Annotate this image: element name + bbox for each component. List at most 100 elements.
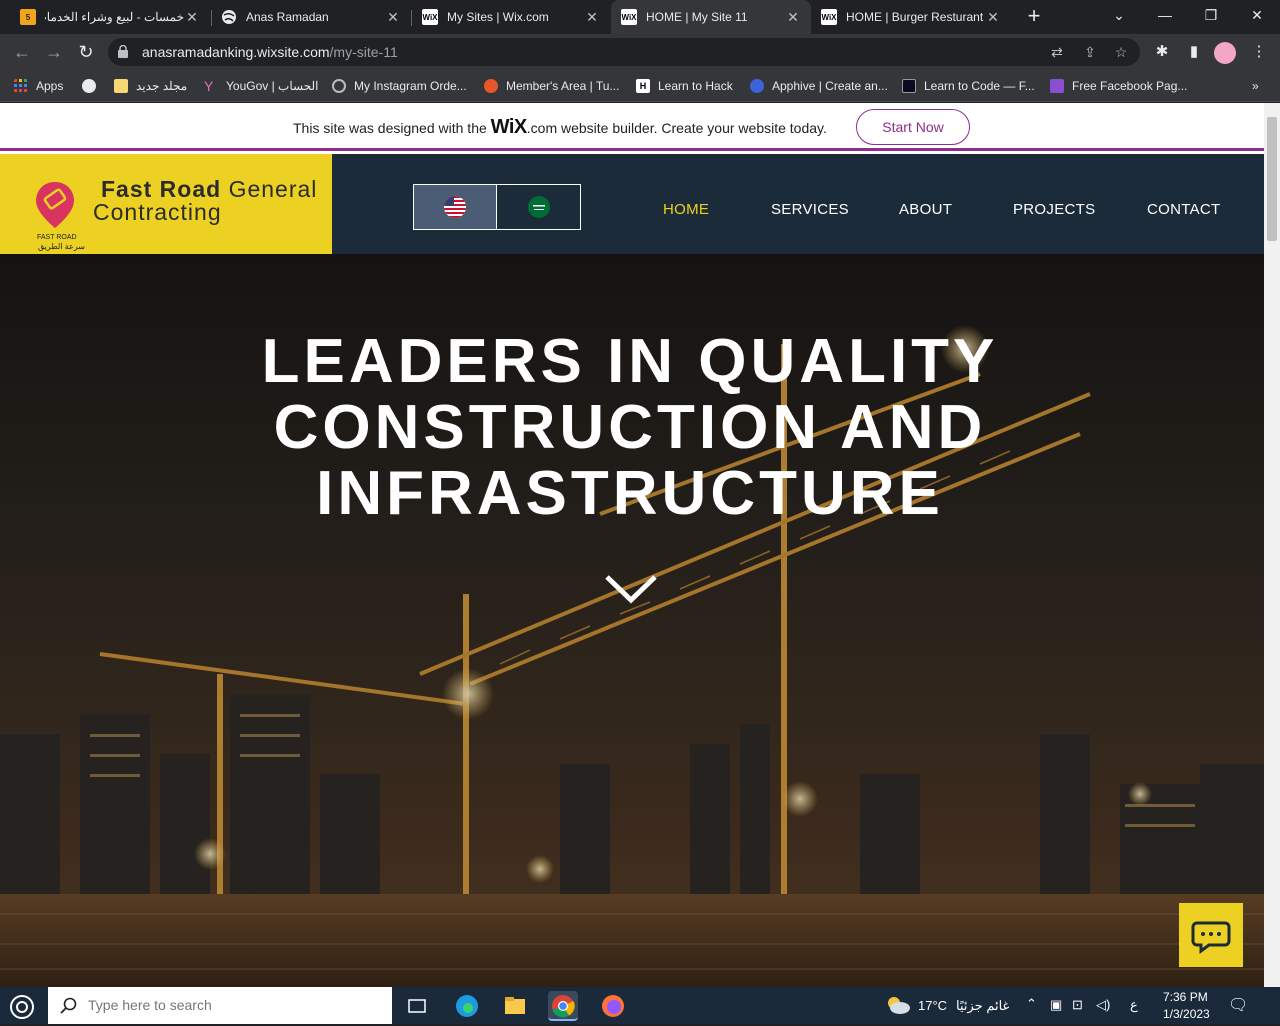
language-arabic-option[interactable] bbox=[497, 185, 580, 229]
bookmark-label: Apps bbox=[36, 79, 64, 93]
us-flag-icon bbox=[444, 196, 466, 218]
bookmark-instagram-orders[interactable]: My Instagram Orde... bbox=[332, 76, 467, 96]
close-tab-icon[interactable]: ✕ bbox=[985, 9, 1001, 26]
cortana-icon[interactable] bbox=[8, 993, 36, 1021]
restore-button[interactable]: ❐ bbox=[1188, 0, 1234, 34]
extensions-icon[interactable]: ✱ bbox=[1152, 42, 1172, 62]
bookmark-apphive[interactable]: Apphive | Create an... bbox=[750, 76, 888, 96]
bookmark-label: Member's Area | Tu... bbox=[506, 79, 620, 93]
tab-khamsat[interactable]: 5 خمسات - لبيع وشراء الخدمات ✕ bbox=[10, 0, 210, 34]
tab-title: خمسات - لبيع وشراء الخدمات bbox=[45, 10, 184, 24]
input-language-indicator[interactable]: ع bbox=[1130, 997, 1138, 1013]
tab-my-site-11[interactable]: WiX HOME | My Site 11 ✕ bbox=[611, 0, 811, 34]
scrollbar-thumb[interactable] bbox=[1267, 117, 1277, 241]
tab-strip: 5 خمسات - لبيع وشراء الخدمات ✕ Anas Rama… bbox=[0, 0, 1280, 34]
heart-icon bbox=[1050, 79, 1064, 93]
weather-temperature[interactable]: 17°C bbox=[918, 998, 947, 1013]
chat-button[interactable] bbox=[1179, 903, 1243, 967]
hero-section: LEADERS IN QUALITY CONSTRUCTION AND INFR… bbox=[0, 254, 1264, 987]
menu-contact[interactable]: CONTACT bbox=[1147, 201, 1220, 218]
wix-icon: WiX bbox=[821, 9, 837, 25]
hackerone-icon: H bbox=[636, 79, 650, 93]
clock-time[interactable]: 7:36 PM bbox=[1163, 990, 1208, 1004]
share-icon[interactable]: ⇪ bbox=[1081, 43, 1099, 61]
edge-icon[interactable] bbox=[452, 991, 482, 1021]
bookmark-members-area[interactable]: Member's Area | Tu... bbox=[484, 76, 619, 96]
weather-description[interactable]: غائم جزئيًا bbox=[956, 998, 1009, 1014]
firefox-icon[interactable] bbox=[598, 991, 628, 1021]
close-tab-icon[interactable]: ✕ bbox=[385, 9, 401, 26]
members-area-icon bbox=[484, 79, 498, 93]
close-tab-icon[interactable]: ✕ bbox=[584, 9, 600, 26]
page-scrollbar[interactable] bbox=[1264, 103, 1280, 987]
wix-banner-message: This site was designed with the WiX.com … bbox=[293, 116, 827, 138]
menu-services[interactable]: SERVICES bbox=[771, 201, 849, 218]
bookmark-folder[interactable]: مجلد جديد bbox=[114, 76, 187, 96]
wix-ad-banner: This site was designed with the WiX.com … bbox=[0, 103, 1264, 151]
close-tab-icon[interactable]: ✕ bbox=[785, 9, 801, 26]
saudi-flag-icon bbox=[527, 196, 550, 218]
menu-about[interactable]: ABOUT bbox=[899, 201, 952, 218]
globe-icon bbox=[82, 79, 96, 93]
file-explorer-icon[interactable] bbox=[500, 991, 530, 1021]
bookmark-free-facebook[interactable]: Free Facebook Pag... bbox=[1050, 76, 1187, 96]
bookmark-apps[interactable]: Apps bbox=[14, 76, 63, 96]
bookmark-globe[interactable] bbox=[82, 76, 104, 96]
more-bookmarks-icon[interactable]: » bbox=[1252, 76, 1259, 96]
bookmark-label: My Instagram Orde... bbox=[354, 79, 467, 93]
bookmark-yougov[interactable]: Y YouGov | الحساب bbox=[204, 76, 318, 96]
show-hidden-icons-icon[interactable]: ⌃ bbox=[1026, 996, 1037, 1012]
profile-avatar[interactable] bbox=[1214, 42, 1236, 64]
wix-icon: WiX bbox=[621, 9, 637, 25]
translate-icon[interactable]: ⇄ bbox=[1048, 43, 1066, 61]
bookmark-label: مجلد جديد bbox=[136, 79, 188, 93]
close-window-button[interactable]: ✕ bbox=[1234, 0, 1280, 34]
menu-home[interactable]: HOME bbox=[663, 201, 709, 218]
scroll-down-chevron-icon[interactable] bbox=[604, 574, 658, 604]
bookmark-freecodecamp[interactable]: Learn to Code — F... bbox=[902, 76, 1035, 96]
new-tab-button[interactable]: + bbox=[1022, 4, 1046, 28]
bookmark-learn-to-hack[interactable]: H Learn to Hack bbox=[636, 76, 733, 96]
khamsat-icon: 5 bbox=[20, 9, 36, 25]
tab-title: My Sites | Wix.com bbox=[447, 10, 549, 24]
tab-title: HOME | Burger Resturant bbox=[846, 10, 984, 24]
task-view-icon[interactable] bbox=[402, 991, 432, 1021]
tab-search-icon[interactable]: ⌄ bbox=[1096, 0, 1142, 34]
meet-now-icon[interactable]: ▣ bbox=[1050, 997, 1062, 1013]
back-icon[interactable]: ← bbox=[10, 40, 34, 64]
address-bar[interactable]: anasramadanking.wixsite.com/my-site-11 ⇄… bbox=[108, 38, 1140, 66]
chrome-icon[interactable] bbox=[548, 991, 578, 1021]
menu-kebab-icon[interactable]: ⋮ bbox=[1249, 42, 1269, 62]
site-header: FAST ROAD سرعة الطريق Fast Road General … bbox=[0, 154, 1264, 275]
bookmarks-bar: Apps مجلد جديد Y YouGov | الحساب My Inst… bbox=[0, 70, 1280, 102]
logo-subtitle-en: FAST ROAD bbox=[37, 234, 77, 241]
close-tab-icon[interactable]: ✕ bbox=[184, 9, 200, 26]
start-now-button[interactable]: Start Now bbox=[856, 109, 970, 145]
forward-icon[interactable]: → bbox=[42, 40, 66, 64]
clock-date[interactable]: 1/3/2023 bbox=[1163, 1007, 1210, 1021]
menu-projects[interactable]: PROJECTS bbox=[1013, 201, 1095, 218]
tab-my-sites-wix[interactable]: WiX My Sites | Wix.com ✕ bbox=[412, 0, 610, 34]
instagram-orders-icon bbox=[332, 79, 346, 93]
globe-icon bbox=[221, 9, 237, 25]
network-icon[interactable]: ⊡ bbox=[1072, 997, 1083, 1013]
bookmark-label: Learn to Hack bbox=[658, 79, 733, 93]
reload-icon[interactable]: ↻ bbox=[74, 40, 98, 64]
volume-icon[interactable]: ◁) bbox=[1096, 997, 1110, 1013]
bookmark-label: Apphive | Create an... bbox=[772, 79, 888, 93]
language-english-option[interactable] bbox=[414, 185, 497, 229]
tab-burger-resturant[interactable]: WiX HOME | Burger Resturant ✕ bbox=[811, 0, 1011, 34]
bookmark-star-icon[interactable]: ☆ bbox=[1112, 43, 1130, 61]
folder-icon bbox=[114, 79, 128, 93]
minimize-button[interactable]: — bbox=[1142, 0, 1188, 34]
taskbar-search-box[interactable]: Type here to search bbox=[48, 987, 392, 1024]
logo-subtitle-ar: سرعة الطريق bbox=[38, 242, 85, 251]
freecodecamp-icon bbox=[902, 79, 916, 93]
tab-anas-ramadan[interactable]: Anas Ramadan ✕ bbox=[211, 0, 411, 34]
side-panel-icon[interactable]: ▮ bbox=[1184, 42, 1204, 62]
notifications-icon[interactable]: 🗨 bbox=[1228, 995, 1248, 1015]
bookmark-label: Learn to Code — F... bbox=[924, 79, 1035, 93]
hero-headline: LEADERS IN QUALITY CONSTRUCTION AND INFR… bbox=[261, 327, 999, 528]
weather-cloud-icon[interactable] bbox=[884, 994, 912, 1016]
bookmark-label: YouGov | الحساب bbox=[226, 79, 319, 93]
